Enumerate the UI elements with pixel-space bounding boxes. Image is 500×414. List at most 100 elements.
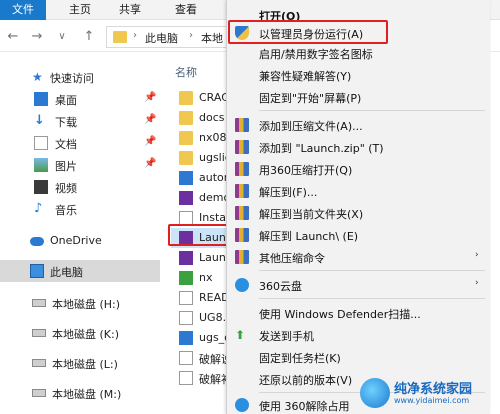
menu-separator xyxy=(259,270,485,271)
menu-item-send-phone[interactable]: ⬆ 发送到手机 xyxy=(227,324,491,346)
chevron-right-icon: › xyxy=(133,30,137,41)
back-button[interactable]: ← xyxy=(4,28,22,46)
pin-icon[interactable]: 📌 xyxy=(144,92,156,103)
menu-label: 360云盘 xyxy=(259,280,302,293)
download-icon: ↓ xyxy=(34,113,45,128)
app-icon xyxy=(179,271,193,285)
menu-item-add-zip[interactable]: 添加到 "Launch.zip" (T) xyxy=(227,136,491,158)
menu-item-other-compress[interactable]: 其他压缩命令 › xyxy=(227,246,491,268)
column-header-name[interactable]: 名称 xyxy=(175,64,197,80)
document-icon xyxy=(179,351,193,365)
nav-this-pc[interactable]: 此电脑 xyxy=(0,260,160,282)
cloud-icon xyxy=(30,237,44,246)
menu-item-360-cloud[interactable]: 360云盘 › xyxy=(227,274,491,296)
menu-item-defender-scan[interactable]: 使用 Windows Defender扫描... xyxy=(227,302,491,324)
documents-icon xyxy=(34,136,48,150)
app-icon xyxy=(179,171,193,185)
tab-share[interactable]: 共享 xyxy=(110,0,150,20)
recent-dropdown-button[interactable]: ∨ xyxy=(54,28,70,46)
archive-icon xyxy=(235,118,249,132)
watermark-url: www.yidaimei.com xyxy=(394,396,470,405)
menu-item-compatibility[interactable]: 兼容性疑难解答(Y) xyxy=(227,64,491,86)
menu-item-digital-signature[interactable]: 启用/禁用数字签名图标 xyxy=(227,42,491,64)
breadcrumb-this-pc[interactable]: 此电脑 xyxy=(145,30,178,46)
menu-label: 发送到手机 xyxy=(259,330,314,343)
nav-drive-h[interactable]: 本地磁盘 (H:) xyxy=(0,292,160,314)
menu-label: 添加到 "Launch.zip" (T) xyxy=(259,142,384,155)
nav-desktop[interactable]: 桌面 📌 xyxy=(0,88,160,110)
this-pc-icon xyxy=(30,264,44,278)
360-icon xyxy=(235,398,249,412)
drive-icon xyxy=(32,389,46,397)
pin-icon[interactable]: 📌 xyxy=(144,158,156,169)
menu-item-extract-here[interactable]: 解压到当前文件夹(X) xyxy=(227,202,491,224)
archive-icon xyxy=(235,250,249,264)
archive-icon xyxy=(235,184,249,198)
menu-item-pin-start[interactable]: 固定到"开始"屏幕(P) xyxy=(227,86,491,108)
star-icon: ★ xyxy=(32,70,43,84)
menu-label: 还原以前的版本(V) xyxy=(259,374,353,387)
tab-file[interactable]: 文件 xyxy=(0,0,46,20)
pictures-icon xyxy=(34,158,48,172)
document-icon xyxy=(179,371,193,385)
chevron-right-icon: › xyxy=(189,30,193,41)
up-button[interactable]: ↑ xyxy=(80,28,98,46)
app-icon xyxy=(179,191,193,205)
videos-icon xyxy=(34,180,48,194)
highlight-run-as-admin xyxy=(228,20,388,44)
menu-label: 添加到压缩文件(A)... xyxy=(259,120,363,133)
archive-icon xyxy=(235,140,249,154)
menu-item-pin-taskbar[interactable]: 固定到任务栏(K) xyxy=(227,346,491,368)
nav-label: 本地磁盘 (M:) xyxy=(52,388,122,401)
menu-label: 其他压缩命令 xyxy=(259,252,325,265)
forward-button[interactable]: → xyxy=(28,28,46,46)
nav-label: 文档 xyxy=(55,138,77,151)
nav-documents[interactable]: 文档 📌 xyxy=(0,132,160,154)
nav-label: 音乐 xyxy=(55,204,77,217)
address-input[interactable]: › 此电脑 › 本地 xyxy=(106,26,236,48)
menu-label: 用360压缩打开(Q) xyxy=(259,164,353,177)
launch-app-icon xyxy=(179,251,193,265)
menu-separator xyxy=(259,298,485,299)
menu-item-add-archive[interactable]: 添加到压缩文件(A)... xyxy=(227,114,491,136)
menu-label: 兼容性疑难解答(Y) xyxy=(259,70,352,83)
archive-icon xyxy=(235,228,249,242)
menu-label: 固定到"开始"屏幕(P) xyxy=(259,92,362,105)
nav-label: OneDrive xyxy=(50,234,102,247)
send-phone-icon: ⬆ xyxy=(235,328,246,342)
nav-label: 此电脑 xyxy=(50,266,83,279)
menu-item-extract-folder[interactable]: 解压到 Launch\ (E) xyxy=(227,224,491,246)
tab-view[interactable]: 查看 xyxy=(166,0,206,20)
menu-label: 使用 360解除占用 xyxy=(259,400,350,413)
watermark-title: 纯净系统家园 xyxy=(394,382,473,397)
nav-quick-access[interactable]: ★ 快速访问 xyxy=(0,66,160,88)
pin-icon[interactable]: 📌 xyxy=(144,136,156,147)
menu-label: 固定到任务栏(K) xyxy=(259,352,341,365)
pin-icon[interactable]: 📌 xyxy=(144,114,156,125)
menu-label: 解压到(F)... xyxy=(259,186,318,199)
nav-label: 本地磁盘 (K:) xyxy=(52,328,119,341)
menu-item-extract-to[interactable]: 解压到(F)... xyxy=(227,180,491,202)
nav-label: 快速访问 xyxy=(50,72,94,85)
folder-icon xyxy=(179,91,193,105)
watermark: 纯净系统家园 www.yidaimei.com xyxy=(360,374,500,414)
chevron-right-icon: › xyxy=(475,278,479,288)
breadcrumb-local-disk[interactable]: 本地 xyxy=(201,30,223,46)
music-icon: ♪ xyxy=(34,201,43,216)
nav-onedrive[interactable]: OneDrive xyxy=(0,230,160,252)
highlight-launch-file xyxy=(168,224,230,246)
nav-label: 本地磁盘 (L:) xyxy=(52,358,118,371)
tab-home[interactable]: 主页 xyxy=(60,0,100,20)
nav-pictures[interactable]: 图片 📌 xyxy=(0,154,160,176)
nav-drive-l[interactable]: 本地磁盘 (L:) xyxy=(0,352,160,374)
nav-videos[interactable]: 视频 xyxy=(0,176,160,198)
folder-icon xyxy=(113,31,127,43)
menu-item-open-360zip[interactable]: 用360压缩打开(Q) xyxy=(227,158,491,180)
nav-music[interactable]: ♪ 音乐 xyxy=(0,198,160,220)
drive-icon xyxy=(32,359,46,367)
nav-drive-k[interactable]: 本地磁盘 (K:) xyxy=(0,322,160,344)
desktop-icon xyxy=(34,92,48,106)
nav-drive-m[interactable]: 本地磁盘 (M:) xyxy=(0,382,160,404)
nav-downloads[interactable]: ↓ 下载 📌 xyxy=(0,110,160,132)
archive-icon xyxy=(235,162,249,176)
